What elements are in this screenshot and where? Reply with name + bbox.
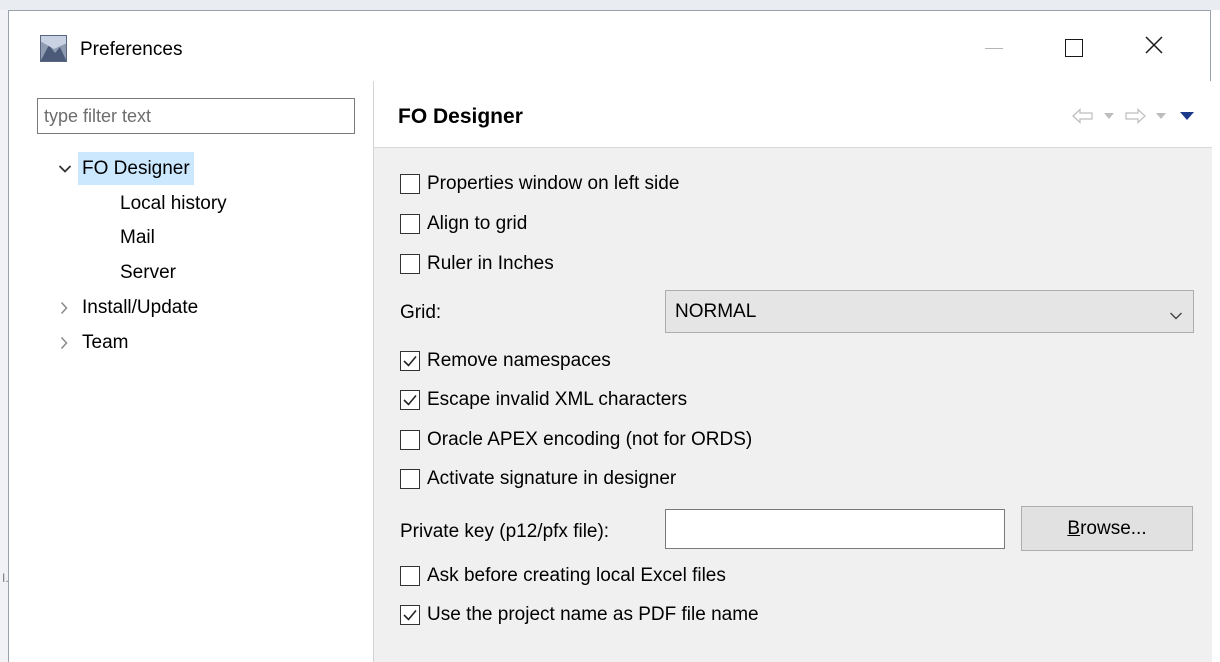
private-key-input[interactable]: [665, 509, 1005, 549]
grid-select[interactable]: NORMAL: [665, 290, 1194, 333]
background-window-edge: [0, 10, 8, 662]
option-label: Ask before creating local Excel files: [427, 565, 726, 586]
checkmark-icon: [403, 609, 417, 621]
title-bar[interactable]: Preferences: [9, 11, 1210, 81]
option-ruler-inches[interactable]: Ruler in Inches: [400, 250, 554, 278]
tree-item-label[interactable]: Local history: [116, 187, 231, 220]
minimize-icon: [985, 47, 1003, 49]
checkbox[interactable]: [400, 214, 420, 234]
option-label: Use the project name as PDF file name: [427, 604, 759, 625]
tree-item-label[interactable]: Install/Update: [78, 291, 202, 324]
background-window-strip: [0, 0, 1220, 10]
option-label: Ruler in Inches: [427, 253, 554, 274]
preference-page: FO Designer Properties window on left si…: [374, 81, 1212, 662]
forward-arrow-icon[interactable]: [1124, 107, 1146, 125]
page-title: FO Designer: [398, 105, 523, 128]
option-activate-signature[interactable]: Activate signature in designer: [400, 465, 676, 493]
forward-dropdown-icon[interactable]: [1156, 107, 1166, 125]
checkbox[interactable]: [400, 469, 420, 489]
option-label: Properties window on left side: [427, 173, 680, 194]
checkbox-checked[interactable]: [400, 390, 420, 410]
page-navigation: [1072, 107, 1194, 125]
checkbox-checked[interactable]: [400, 351, 420, 371]
checkbox[interactable]: [400, 174, 420, 194]
option-label: Escape invalid XML characters: [427, 389, 688, 410]
back-dropdown-icon[interactable]: [1104, 107, 1114, 125]
chevron-right-icon[interactable]: [55, 291, 73, 324]
option-align-to-grid[interactable]: Align to grid: [400, 210, 527, 238]
preferences-dialog: Preferences FO Designer Local history Ma…: [8, 10, 1212, 662]
close-icon: [1144, 35, 1164, 61]
close-button[interactable]: [1124, 23, 1184, 73]
tree-item-label[interactable]: Team: [78, 326, 132, 359]
checkmark-icon: [403, 355, 417, 367]
browse-mnemonic: B: [1067, 517, 1081, 539]
tree-item-label[interactable]: FO Designer: [78, 152, 194, 185]
browse-label: rowse...: [1080, 517, 1147, 539]
option-label: Activate signature in designer: [427, 468, 677, 489]
browse-button[interactable]: Browse...: [1021, 506, 1193, 551]
minimize-button[interactable]: [964, 23, 1024, 73]
option-properties-left[interactable]: Properties window on left side: [400, 170, 679, 198]
checkbox[interactable]: [400, 254, 420, 274]
option-label: Oracle APEX encoding (not for ORDS): [427, 429, 753, 450]
option-label: Remove namespaces: [427, 350, 611, 371]
filter-text-input[interactable]: [37, 98, 355, 134]
checkmark-icon: [403, 394, 417, 406]
checkbox[interactable]: [400, 566, 420, 586]
preference-tree-pane: FO Designer Local history Mail Server In…: [9, 81, 373, 662]
back-arrow-icon[interactable]: [1072, 107, 1094, 125]
option-remove-namespaces[interactable]: Remove namespaces: [400, 347, 611, 375]
option-label: Align to grid: [427, 213, 528, 234]
option-escape-invalid-xml[interactable]: Escape invalid XML characters: [400, 386, 687, 414]
maximize-button[interactable]: [1044, 23, 1104, 73]
grid-label: Grid:: [400, 302, 442, 323]
tree-item-label[interactable]: Server: [116, 256, 180, 289]
background-glyph: I.: [2, 571, 9, 585]
checkbox[interactable]: [400, 430, 420, 450]
page-header: FO Designer: [374, 81, 1212, 148]
option-ask-excel[interactable]: Ask before creating local Excel files: [400, 562, 726, 590]
chevron-down-icon[interactable]: [56, 152, 74, 185]
checkbox-checked[interactable]: [400, 605, 420, 625]
option-project-name-pdf[interactable]: Use the project name as PDF file name: [400, 601, 759, 629]
private-key-label: Private key (p12/pfx file):: [400, 521, 610, 542]
grid-select-value: NORMAL: [675, 300, 757, 322]
tree-item-label[interactable]: Mail: [116, 221, 159, 254]
chevron-right-icon[interactable]: [55, 326, 73, 359]
window-title: Preferences: [80, 39, 183, 60]
chevron-down-icon: [1169, 305, 1183, 327]
view-menu-icon[interactable]: [1180, 107, 1194, 125]
option-oracle-apex-encoding[interactable]: Oracle APEX encoding (not for ORDS): [400, 426, 752, 454]
maximize-icon: [1065, 39, 1083, 57]
preferences-app-icon: [40, 35, 67, 62]
